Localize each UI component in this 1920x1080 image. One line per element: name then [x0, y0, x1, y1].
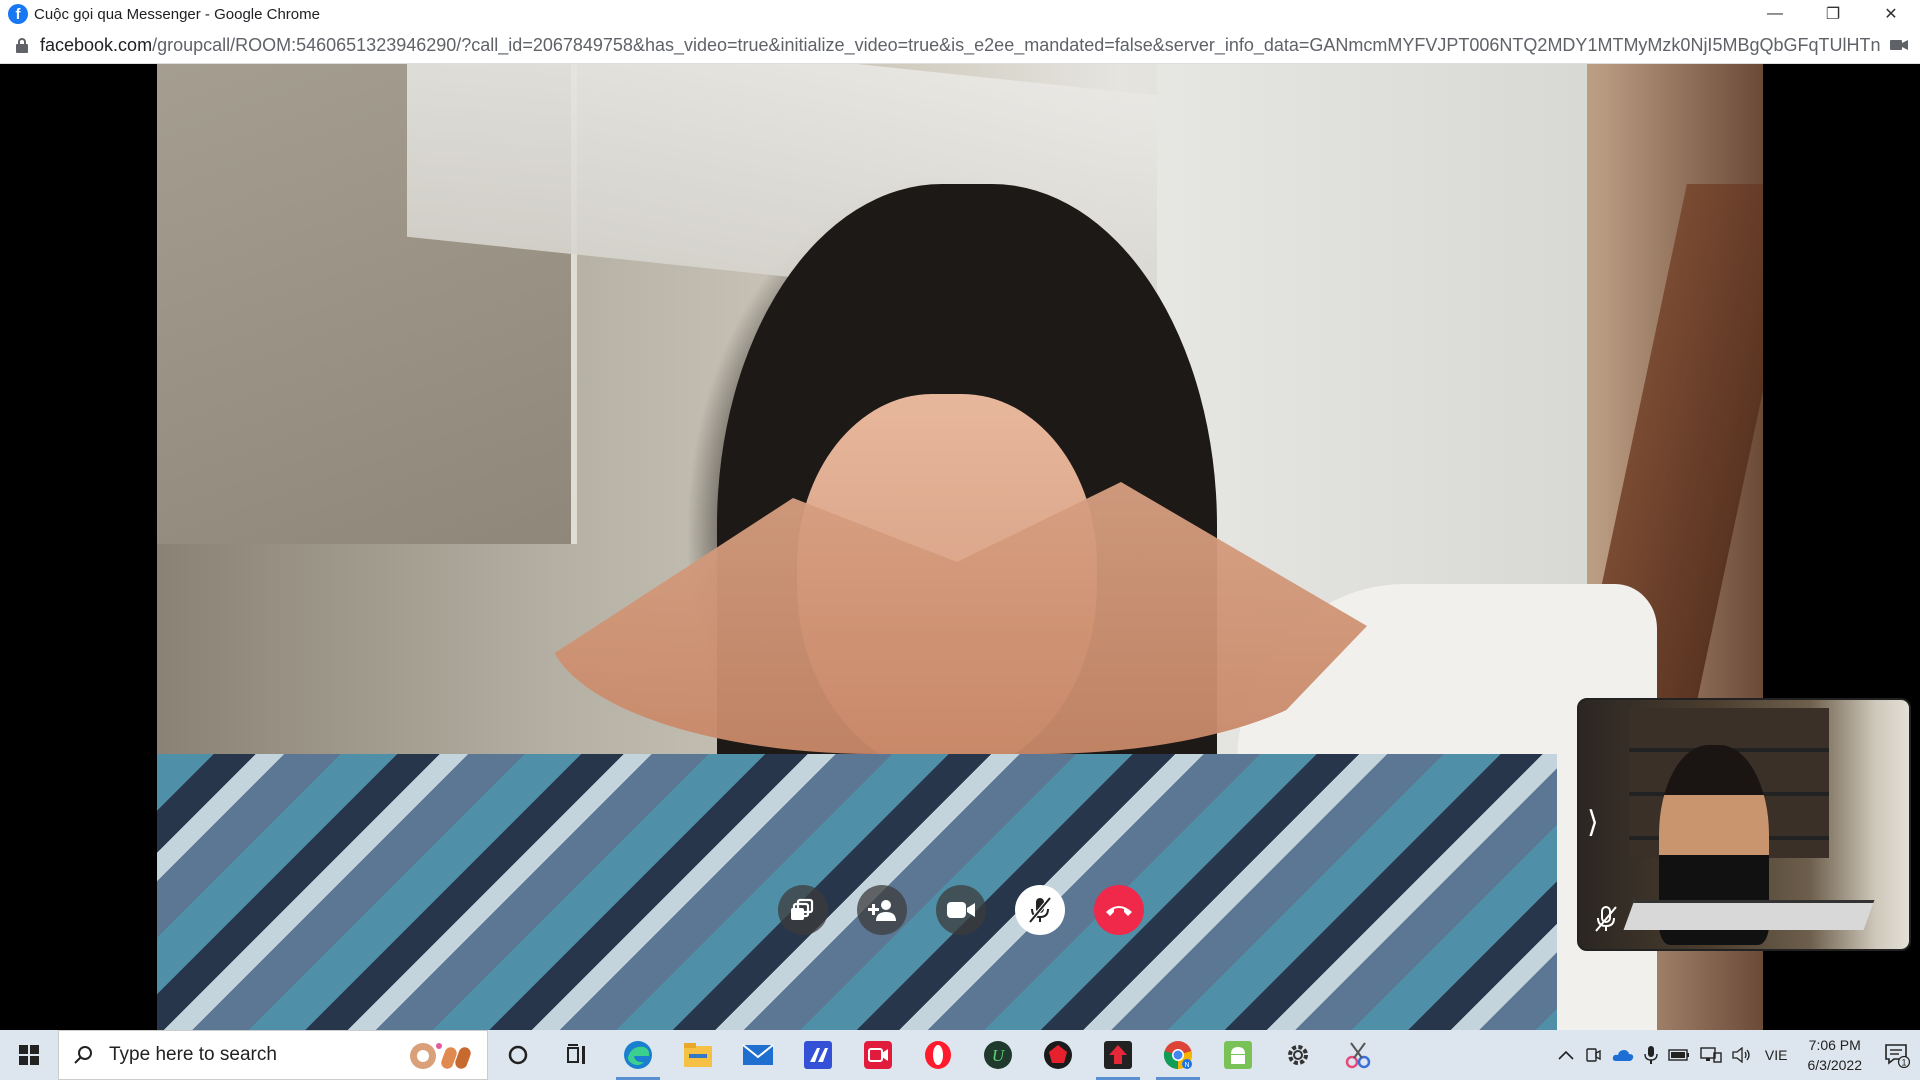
snipping-icon — [1345, 1042, 1371, 1069]
self-mic-off-icon — [1595, 906, 1617, 932]
hang-up-icon — [1106, 906, 1132, 916]
url-text[interactable]: facebook.com/groupcall/ROOM:546065132394… — [40, 35, 1880, 56]
window-controls: — ❐ ✕ — [1746, 0, 1920, 28]
windows-taskbar: Type here to search U N VIE 7:06 PM 6/3/… — [0, 1030, 1920, 1080]
show-hidden-icons-button[interactable] — [1553, 1050, 1579, 1060]
taskbar-clock[interactable]: 7:06 PM 6/3/2022 — [1808, 1035, 1863, 1075]
mute-button[interactable] — [1015, 885, 1065, 935]
facebook-icon: f — [8, 4, 28, 24]
tray-microphone[interactable] — [1639, 1045, 1663, 1065]
cortana-icon — [508, 1045, 528, 1065]
tray-volume[interactable] — [1727, 1047, 1757, 1063]
taskbar-app-mail[interactable] — [728, 1030, 788, 1080]
self-video-preview[interactable]: ⟩ — [1577, 698, 1911, 951]
battery-icon — [1668, 1049, 1689, 1061]
taskbar-search-box[interactable]: Type here to search — [58, 1030, 488, 1080]
mail-icon — [742, 1044, 774, 1065]
tray-battery[interactable] — [1663, 1048, 1695, 1062]
cortana-button[interactable] — [488, 1030, 548, 1080]
search-highlight-icon — [410, 1043, 471, 1069]
start-button[interactable] — [0, 1030, 58, 1080]
app-icon — [804, 1041, 832, 1069]
network-icon — [1700, 1047, 1722, 1063]
taskbar-app-settings[interactable] — [1268, 1030, 1328, 1080]
taskbar-app-opera[interactable] — [908, 1030, 968, 1080]
svg-text:N: N — [1184, 1062, 1189, 1069]
windows-logo-icon — [19, 1045, 39, 1065]
taskbar-app-generic[interactable] — [788, 1030, 848, 1080]
clock-time: 7:06 PM — [1808, 1037, 1861, 1053]
task-view-button[interactable] — [548, 1030, 608, 1080]
search-icon — [74, 1046, 92, 1064]
add-people-button[interactable] — [857, 885, 907, 935]
notification-count: 1 — [1901, 1058, 1906, 1068]
upwork-icon: U — [984, 1041, 1012, 1069]
svg-text:U: U — [992, 1046, 1006, 1065]
chrome-icon: N — [1163, 1041, 1193, 1070]
volume-icon — [1732, 1047, 1750, 1063]
input-language[interactable]: VIE — [1765, 1047, 1788, 1063]
clock-date: 6/3/2022 — [1807, 1057, 1863, 1073]
taskbar-app-edge[interactable] — [608, 1030, 668, 1080]
search-placeholder: Type here to search — [109, 1044, 277, 1065]
notification-icon: 1 — [1885, 1044, 1910, 1068]
end-call-button[interactable] — [1094, 885, 1144, 935]
url-host: facebook.com — [40, 35, 153, 55]
camera-button[interactable] — [936, 885, 986, 935]
mic-off-icon — [1028, 896, 1052, 924]
onedrive-icon — [1612, 1050, 1634, 1061]
share-screen-button[interactable] — [778, 885, 828, 935]
address-bar[interactable]: facebook.com/groupcall/ROOM:546065132394… — [0, 28, 1920, 64]
video-editor-icon — [864, 1041, 892, 1069]
tray-meet-now[interactable] — [1579, 1046, 1607, 1064]
add-person-icon — [868, 900, 896, 921]
taskbar-app-upwork[interactable]: U — [968, 1030, 1028, 1080]
chevron-up-icon — [1558, 1050, 1574, 1060]
minimize-button[interactable]: — — [1746, 0, 1804, 28]
restore-button[interactable]: ❐ — [1804, 0, 1862, 28]
tray-onedrive[interactable] — [1607, 1048, 1639, 1062]
taskbar-app-video-editor[interactable] — [848, 1030, 908, 1080]
meet-now-icon — [1586, 1048, 1601, 1062]
file-explorer-icon — [684, 1043, 712, 1067]
android-icon — [1224, 1041, 1252, 1069]
close-button[interactable]: ✕ — [1862, 0, 1920, 28]
notification-center-button[interactable]: 1 — [1874, 1030, 1920, 1080]
taskbar-app-upload[interactable] — [1088, 1030, 1148, 1080]
screen-share-icon — [791, 898, 814, 920]
opera-icon — [925, 1041, 951, 1069]
url-path: /groupcall/ROOM:5460651323946290/?call_i… — [152, 35, 1880, 55]
system-tray: VIE 7:06 PM 6/3/2022 1 — [1553, 1030, 1920, 1080]
upload-app-icon — [1104, 1041, 1132, 1069]
taskbar-app-chrome[interactable]: N — [1148, 1030, 1208, 1080]
taskbar-app-file-explorer[interactable] — [668, 1030, 728, 1080]
taskbar-app-android[interactable] — [1208, 1030, 1268, 1080]
video-camera-icon — [947, 902, 975, 918]
taskbar-app-red[interactable] — [1028, 1030, 1088, 1080]
window-title: Cuộc gọi qua Messenger - Google Chrome — [34, 5, 320, 23]
taskbar-app-snipping[interactable] — [1328, 1030, 1388, 1080]
edge-icon — [624, 1041, 652, 1069]
collapse-chevron-icon[interactable]: ⟩ — [1587, 805, 1599, 840]
settings-icon — [1288, 1045, 1308, 1065]
microphone-icon — [1644, 1046, 1658, 1064]
app-icon-red — [1044, 1041, 1072, 1069]
camera-in-use-icon[interactable] — [1890, 38, 1908, 52]
task-view-icon — [567, 1044, 585, 1064]
window-title-bar: f Cuộc gọi qua Messenger - Google Chrome… — [0, 0, 1920, 28]
tray-network[interactable] — [1695, 1046, 1727, 1064]
lock-icon[interactable] — [16, 37, 28, 54]
